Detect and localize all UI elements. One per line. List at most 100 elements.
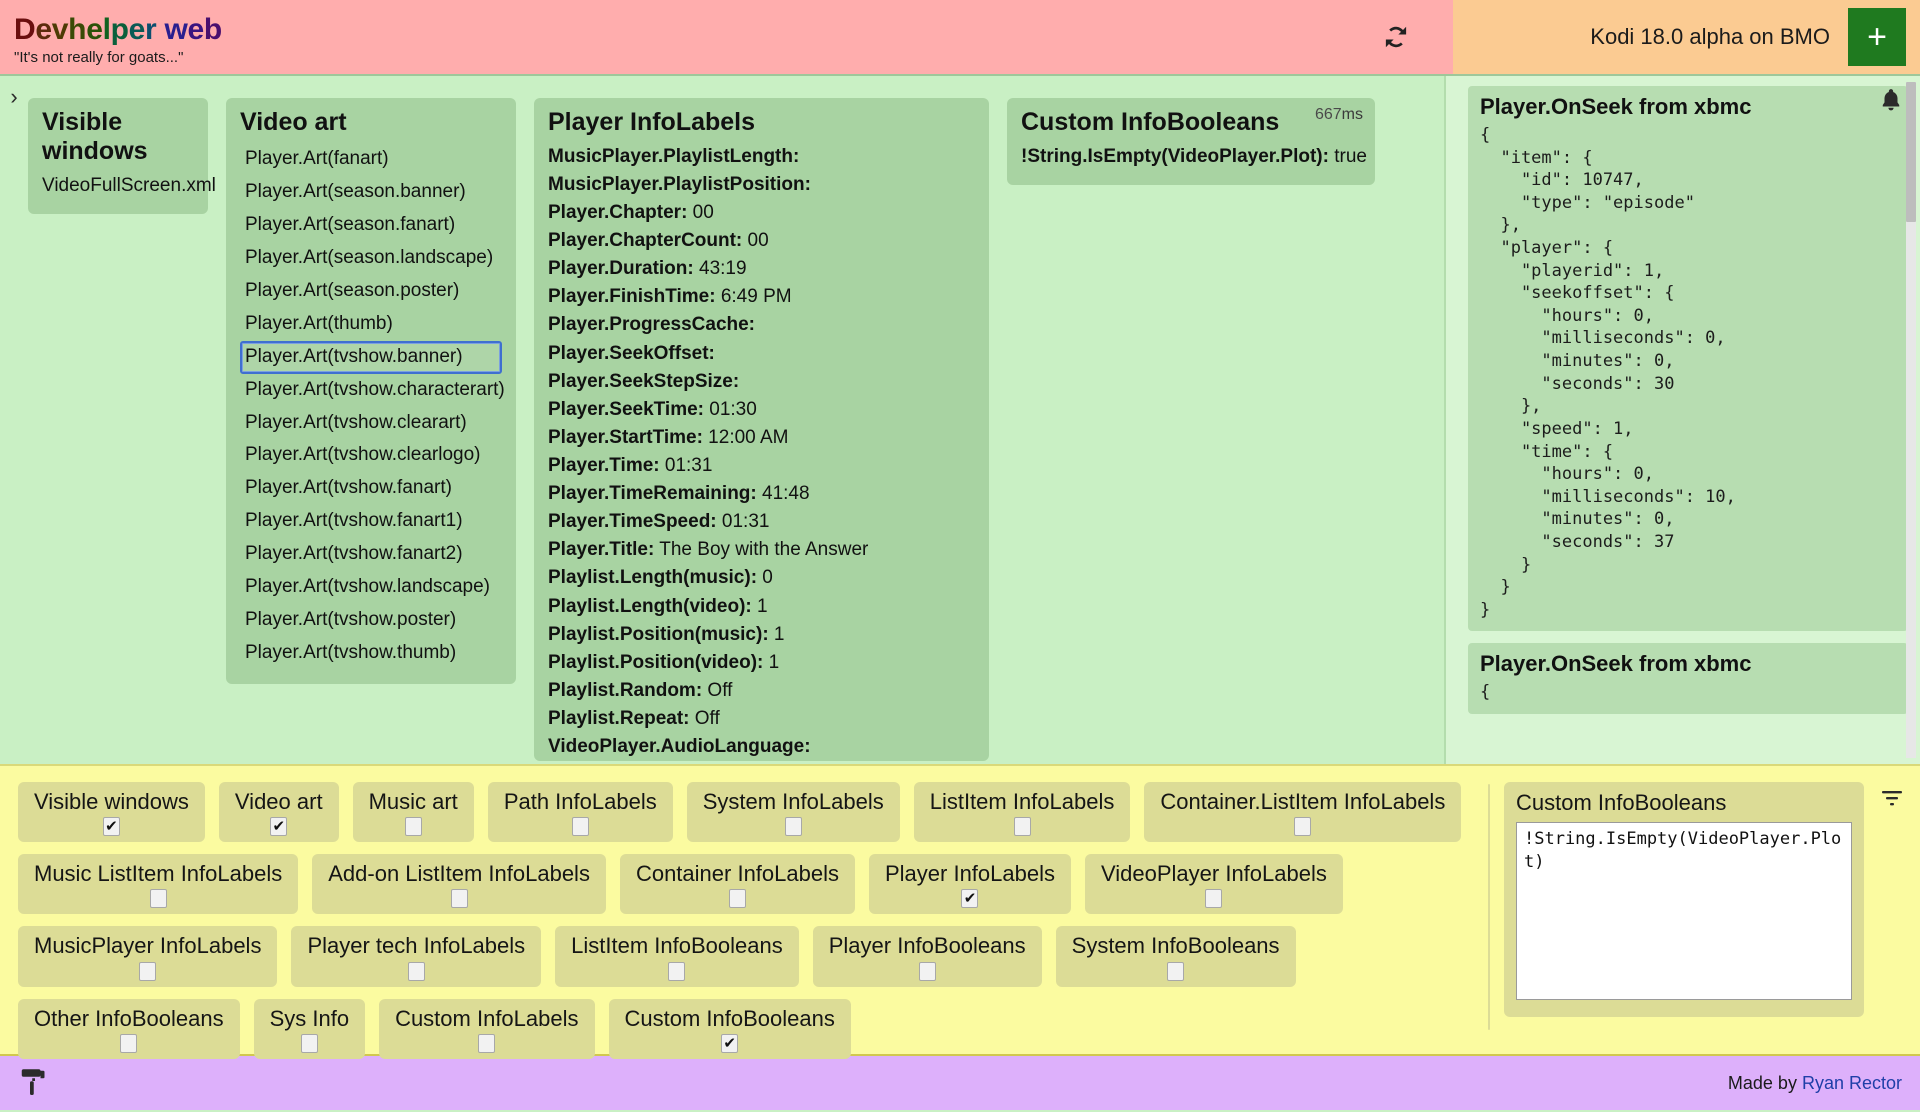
- video-art-item[interactable]: Player.Art(tvshow.clearart): [240, 407, 502, 440]
- panel-custom-infobooleans: 667ms Custom InfoBooleans !String.IsEmpt…: [1007, 98, 1375, 185]
- filter-chip[interactable]: System InfoLabels: [687, 782, 900, 842]
- notification-item[interactable]: Player.OnSeek from xbmc{ "item": { "id":…: [1468, 86, 1908, 631]
- filter-chip-checkbox[interactable]: [408, 962, 425, 981]
- infolabel-key: Playlist.Position(video):: [548, 652, 763, 673]
- filter-chip-label: VideoPlayer InfoLabels: [1101, 862, 1327, 886]
- filter-chip[interactable]: Player tech InfoLabels: [291, 926, 541, 986]
- filter-chip[interactable]: Player InfoBooleans: [813, 926, 1042, 986]
- video-art-item[interactable]: Player.Art(fanart): [240, 143, 502, 176]
- filter-chip[interactable]: Video art✔: [219, 782, 339, 842]
- infolabel-key: Player.Title:: [548, 539, 654, 560]
- filter-chip[interactable]: Music art: [353, 782, 474, 842]
- infolabel-key: !String.IsEmpty(VideoPlayer.Plot):: [1021, 146, 1329, 167]
- custom-editor-card: Custom InfoBooleans: [1504, 782, 1864, 1017]
- filter-chip-checkbox[interactable]: ✔: [270, 817, 287, 836]
- filter-chip[interactable]: Custom InfoBooleans ✔: [609, 999, 851, 1059]
- notifications-scrollbar[interactable]: [1906, 82, 1916, 758]
- app-title-letter: w: [164, 13, 187, 46]
- filter-chip-label: Custom InfoBooleans: [625, 1007, 835, 1031]
- custom-infobooleans-list: !String.IsEmpty(VideoPlayer.Plot): true: [1021, 143, 1361, 171]
- visible-windows-list: VideoFullScreen.xml: [42, 172, 194, 201]
- filter-chip[interactable]: Sys Info: [254, 999, 365, 1059]
- filter-chip-checkbox[interactable]: [1167, 962, 1184, 981]
- video-art-item[interactable]: Player.Art(season.banner): [240, 176, 502, 209]
- video-art-item[interactable]: Player.Art(thumb): [240, 308, 502, 341]
- video-art-item[interactable]: Player.Art(tvshow.clearlogo): [240, 439, 502, 472]
- filter-chip-checkbox[interactable]: [301, 1034, 318, 1053]
- author-link[interactable]: Ryan Rector: [1802, 1073, 1902, 1093]
- infolabel-value: 41:48: [757, 483, 810, 504]
- filter-chip-checkbox[interactable]: [478, 1034, 495, 1053]
- infolabel-value: 01:31: [660, 455, 713, 476]
- filter-chip-checkbox[interactable]: [451, 889, 468, 908]
- filter-chip-label: Custom InfoLabels: [395, 1007, 578, 1031]
- video-art-item[interactable]: Player.Art(tvshow.poster): [240, 604, 502, 637]
- filter-chip-checkbox[interactable]: [1294, 817, 1311, 836]
- filter-chip-checkbox[interactable]: [785, 817, 802, 836]
- video-art-item[interactable]: Player.Art(tvshow.thumb): [240, 637, 502, 670]
- filter-chip[interactable]: Custom InfoLabels: [379, 999, 594, 1059]
- infolabel-value: 1: [763, 652, 779, 673]
- filter-chip-label: Player tech InfoLabels: [307, 934, 525, 958]
- filter-chip-label: Music art: [369, 790, 458, 814]
- filter-chip-label: System InfoBooleans: [1072, 934, 1280, 958]
- filter-chip[interactable]: System InfoBooleans: [1056, 926, 1296, 986]
- video-art-item[interactable]: Player.Art(tvshow.fanart1): [240, 505, 502, 538]
- main-area: › Visible windows VideoFullScreen.xml Vi…: [0, 76, 1920, 764]
- video-art-item[interactable]: Player.Art(season.fanart): [240, 209, 502, 242]
- infolabel-key: Player.StartTime:: [548, 427, 703, 448]
- filter-chip[interactable]: Container InfoLabels: [620, 854, 855, 914]
- video-art-item[interactable]: Player.Art(tvshow.fanart2): [240, 538, 502, 571]
- credit-prefix: Made by: [1728, 1073, 1802, 1093]
- filter-chip[interactable]: MusicPlayer InfoLabels: [18, 926, 277, 986]
- filter-chip[interactable]: Visible windows✔: [18, 782, 205, 842]
- filter-chip[interactable]: Other InfoBooleans: [18, 999, 240, 1059]
- sidebar-expand-toggle[interactable]: ›: [0, 76, 28, 764]
- video-art-item[interactable]: Player.Art(season.landscape): [240, 242, 502, 275]
- infolabel-key: Playlist.Length(video):: [548, 596, 752, 617]
- filter-chip[interactable]: Path InfoLabels: [488, 782, 673, 842]
- filter-chip[interactable]: Container.ListItem InfoLabels: [1144, 782, 1461, 842]
- filter-chip-label: Container InfoLabels: [636, 862, 839, 886]
- filter-chip-checkbox[interactable]: [919, 962, 936, 981]
- infolabel-key: Player.ProgressCache:: [548, 314, 755, 335]
- player-infolabels-list: MusicPlayer.PlaylistLength:MusicPlayer.P…: [548, 143, 975, 761]
- bell-icon[interactable]: [1878, 86, 1904, 114]
- filter-chip-checkbox[interactable]: ✔: [961, 889, 978, 908]
- filter-chip-checkbox[interactable]: [572, 817, 589, 836]
- paint-roller-icon[interactable]: [18, 1066, 48, 1100]
- video-art-item[interactable]: Player.Art(tvshow.fanart): [240, 472, 502, 505]
- custom-infobooleans-textarea[interactable]: [1516, 822, 1852, 1000]
- infolabel-value: 1: [752, 596, 768, 617]
- filter-chip-checkbox[interactable]: [139, 962, 156, 981]
- infolabel-value: Off: [702, 680, 732, 701]
- filter-chip-checkbox[interactable]: ✔: [721, 1034, 738, 1053]
- filter-chip[interactable]: VideoPlayer InfoLabels: [1085, 854, 1343, 914]
- notification-item[interactable]: Player.OnSeek from xbmc{: [1468, 643, 1908, 714]
- timing-unit: ms: [1342, 106, 1363, 123]
- filter-chip-checkbox[interactable]: [1014, 817, 1031, 836]
- video-art-item-selected[interactable]: Player.Art(tvshow.banner): [240, 341, 502, 374]
- filter-chip[interactable]: ListItem InfoLabels: [914, 782, 1131, 842]
- infolabel-key: Player.SeekStepSize:: [548, 371, 739, 392]
- filter-chip-checkbox[interactable]: ✔: [103, 817, 120, 836]
- filter-chip[interactable]: Player InfoLabels✔: [869, 854, 1071, 914]
- video-art-item[interactable]: Player.Art(tvshow.landscape): [240, 571, 502, 604]
- filter-chip[interactable]: ListItem InfoBooleans: [555, 926, 799, 986]
- filter-lines-icon[interactable]: [1878, 786, 1906, 810]
- filter-chip-checkbox[interactable]: [405, 817, 422, 836]
- infolabel-row: Player.TimeRemaining: 41:48: [548, 480, 975, 508]
- filter-chip-checkbox[interactable]: [150, 889, 167, 908]
- filter-chip-checkbox[interactable]: [729, 889, 746, 908]
- refresh-sync-icon[interactable]: [1379, 20, 1413, 54]
- video-art-item[interactable]: Player.Art(tvshow.characterart): [240, 374, 502, 407]
- filter-chip[interactable]: Add-on ListItem InfoLabels: [312, 854, 606, 914]
- infolabel-row: Playlist.Random: Off: [548, 677, 975, 705]
- filter-chip[interactable]: Music ListItem InfoLabels: [18, 854, 298, 914]
- filter-chip-checkbox[interactable]: [120, 1034, 137, 1053]
- scrollbar-thumb[interactable]: [1906, 82, 1916, 222]
- add-connection-button[interactable]: +: [1848, 8, 1906, 66]
- filter-chip-checkbox[interactable]: [1205, 889, 1222, 908]
- filter-chip-checkbox[interactable]: [668, 962, 685, 981]
- video-art-item[interactable]: Player.Art(season.poster): [240, 275, 502, 308]
